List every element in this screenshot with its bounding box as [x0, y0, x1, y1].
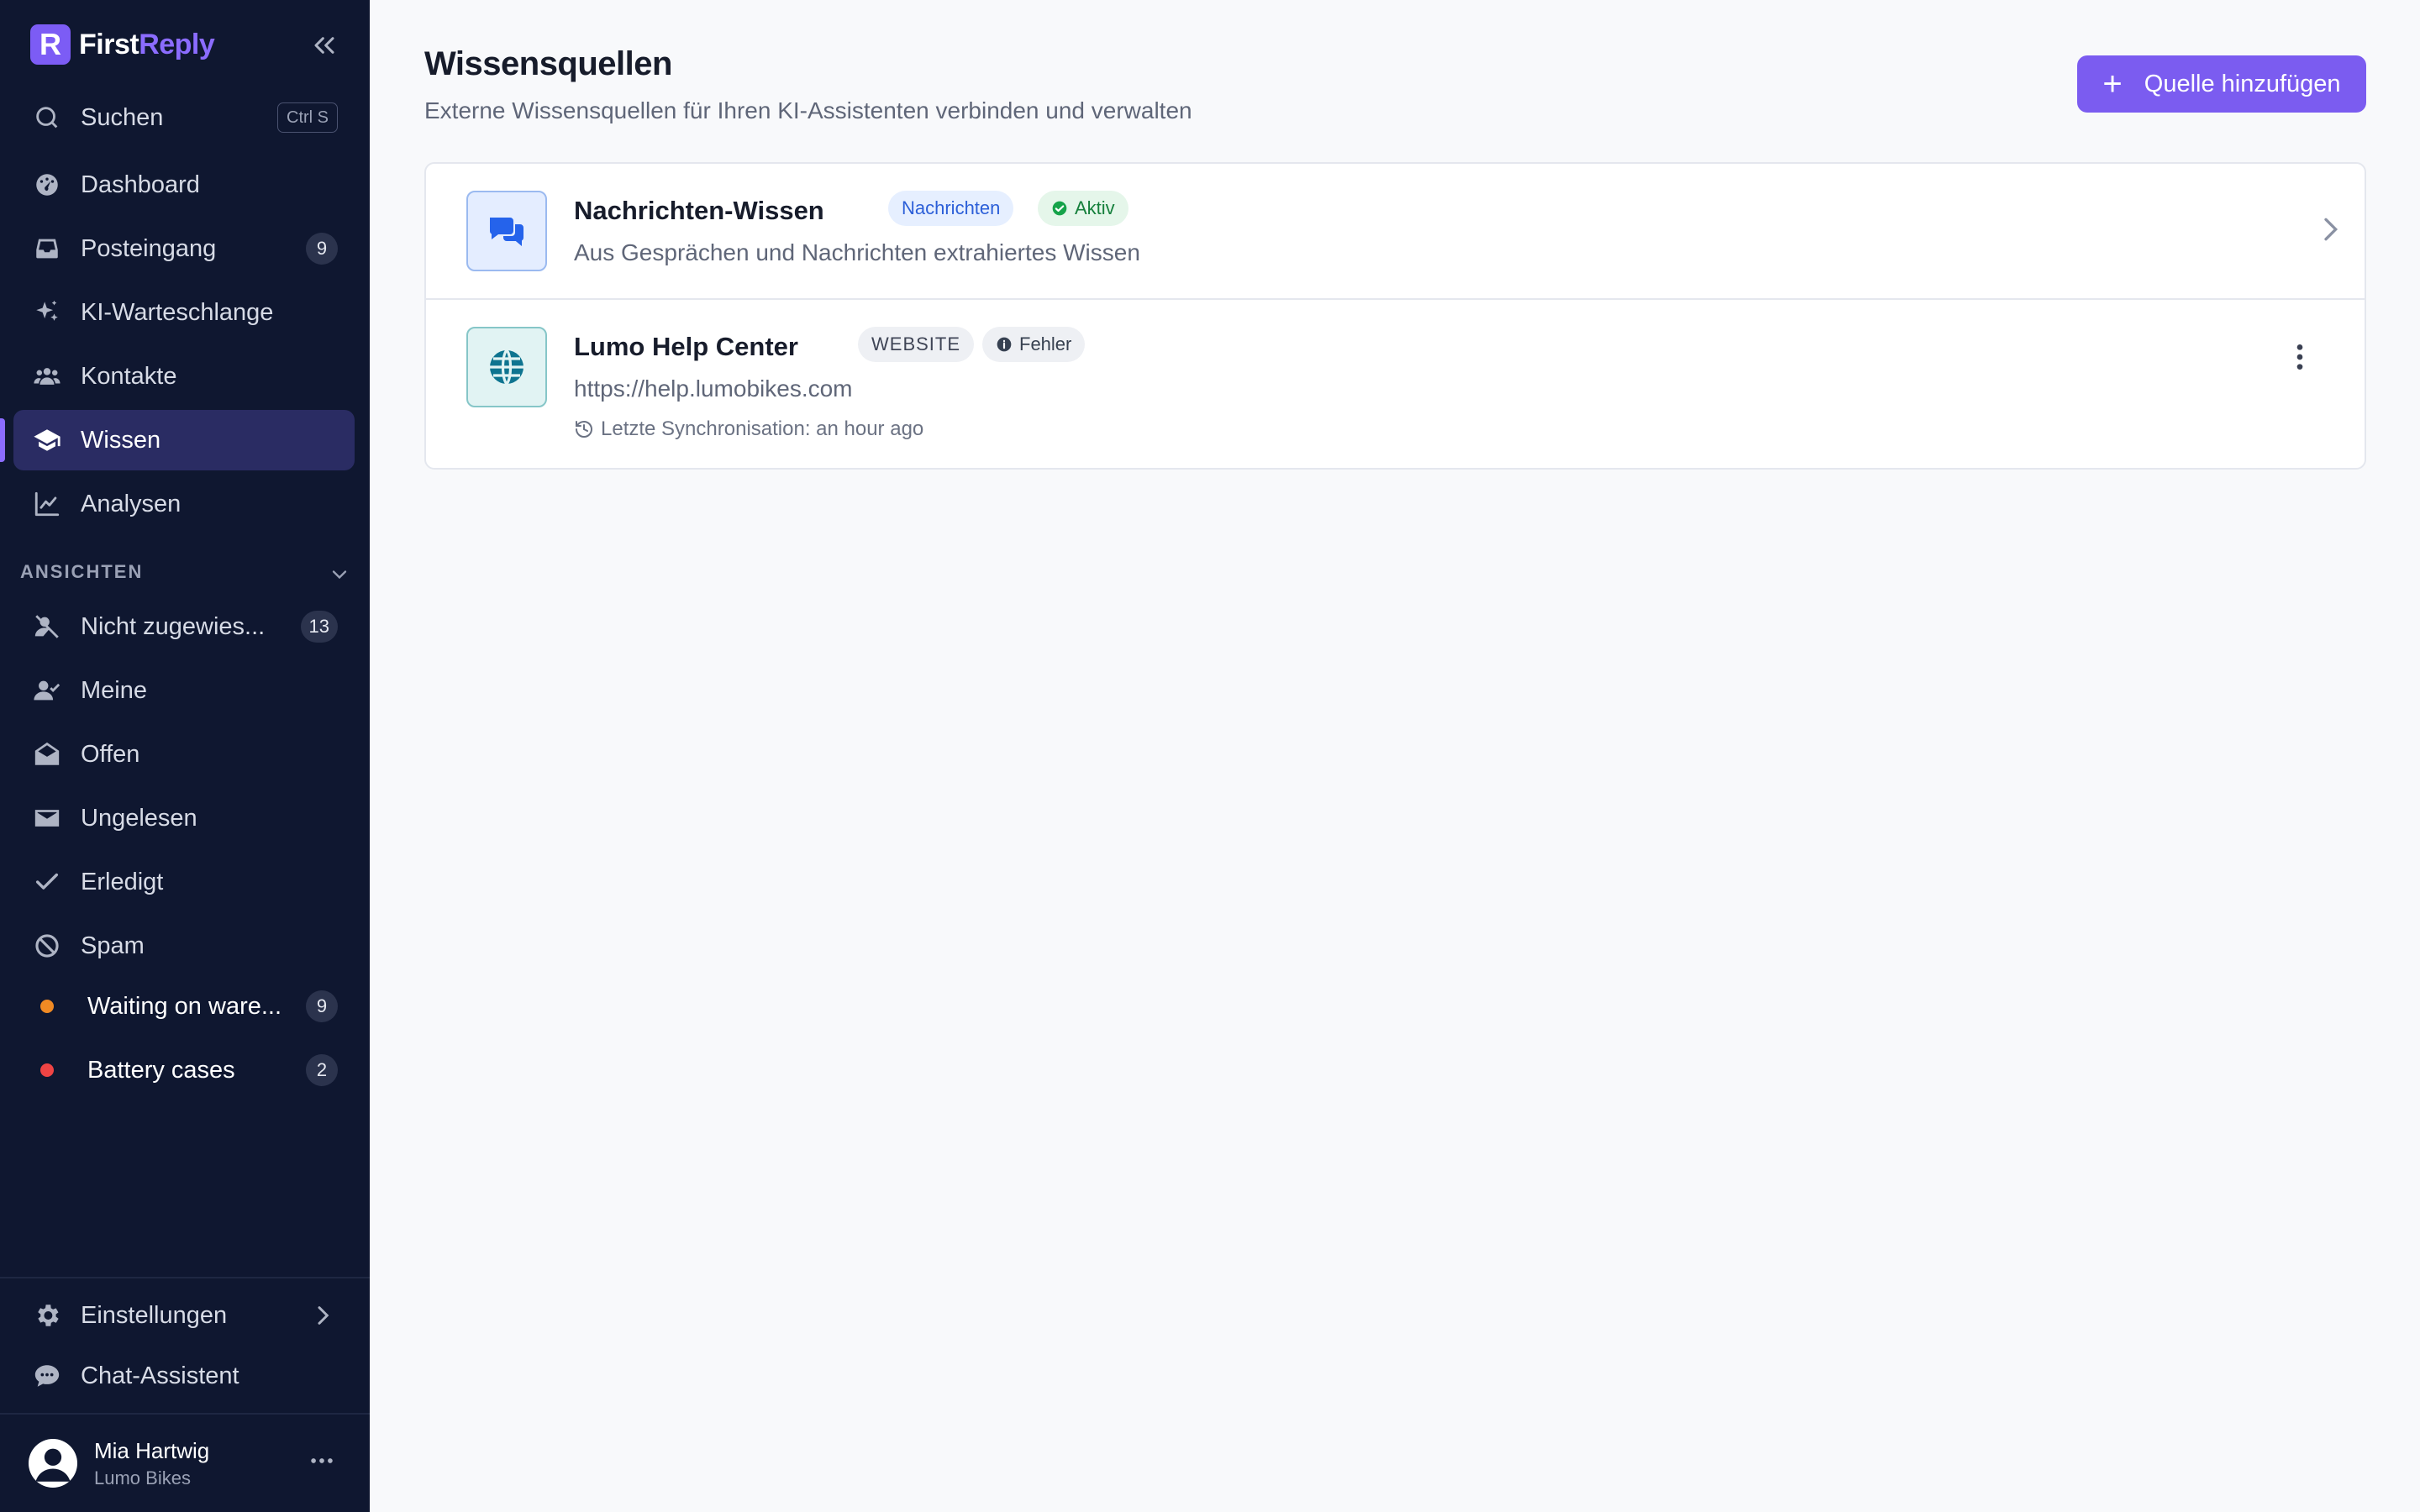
add-source-button[interactable]: + Quelle hinzufügen — [2077, 55, 2366, 113]
page-subtitle: Externe Wissensquellen für Ihren KI-Assi… — [424, 97, 1192, 123]
source-last-sync: Letzte Synchronisation: an hour ago — [574, 417, 923, 441]
sidebar-item-label: Einstellungen — [81, 1301, 228, 1329]
user-name: Mia Hartwig — [94, 1437, 210, 1463]
sidebar-item-label: Analysen — [81, 490, 182, 517]
sidebar-view-ungelesen[interactable]: Ungelesen — [13, 788, 355, 848]
sparkles-icon — [30, 296, 64, 329]
sidebar-item-analysen[interactable]: Analysen — [13, 474, 355, 534]
sidebar-item-ki-warteschlange[interactable]: KI-Warteschlange — [13, 282, 355, 343]
source-row-nachrichten[interactable]: Nachrichten-Wissen Nachrichten Aktiv Aus… — [426, 164, 2365, 300]
envelope-icon — [30, 801, 64, 835]
sidebar-item-label: Spam — [81, 932, 145, 959]
chevron-down-icon[interactable] — [328, 563, 351, 586]
sidebar-search[interactable]: Suchen Ctrl S — [13, 87, 355, 148]
source-title: Nachrichten-Wissen — [574, 196, 824, 225]
envelope-open-icon — [30, 738, 64, 771]
views-section-label: ANSICHTEN — [20, 561, 144, 582]
chevron-right-icon — [309, 1302, 336, 1329]
sidebar-divider — [0, 1277, 370, 1278]
sidebar-view-battery-cases[interactable]: Battery cases 2 — [13, 1040, 355, 1100]
brand-logo: R — [30, 24, 71, 65]
sidebar-view-spam[interactable]: Spam — [13, 916, 355, 976]
status-badge-error: Fehler — [982, 327, 1086, 362]
users-icon — [30, 360, 64, 393]
search-shortcut: Ctrl S — [277, 102, 338, 133]
sidebar-view-waiting-on-warehouse[interactable]: Waiting on ware... 9 — [13, 976, 355, 1037]
sources-list: Nachrichten-Wissen Nachrichten Aktiv Aus… — [424, 162, 2366, 470]
sidebar-view-meine[interactable]: Meine — [13, 660, 355, 721]
check-circle-icon — [1052, 201, 1067, 216]
active-nav-marker — [0, 418, 5, 462]
sidebar-item-label: Erledigt — [81, 868, 164, 895]
info-icon — [997, 337, 1012, 352]
user-profile[interactable]: Mia Hartwig Lumo Bikes — [0, 1415, 370, 1512]
main-content: Wissensquellen Externe Wissensquellen fü… — [370, 0, 2420, 1512]
sidebar-item-wissen[interactable]: Wissen — [13, 410, 355, 470]
sidebar-item-label: Nicht zugewies... — [81, 612, 266, 640]
graduation-cap-icon — [30, 423, 64, 457]
inbox-count-badge: 9 — [306, 233, 338, 265]
history-icon — [576, 420, 592, 438]
user-check-icon — [30, 674, 64, 707]
sidebar-item-label: Kontakte — [81, 362, 177, 390]
more-horizontal-icon[interactable] — [308, 1446, 336, 1475]
sidebar-view-unassigned[interactable]: Nicht zugewies... 13 — [13, 596, 355, 657]
sidebar-item-label: Battery cases — [87, 1056, 235, 1084]
gear-icon — [30, 1299, 64, 1332]
chevron-right-icon[interactable] — [2313, 213, 2347, 246]
globe-icon — [466, 327, 547, 407]
source-description: Aus Gesprächen und Nachrichten extrahier… — [574, 239, 1140, 265]
status-dot-orange — [40, 1000, 54, 1013]
sidebar-item-label: Chat-Assistent — [81, 1362, 239, 1389]
sidebar-item-label: Offen — [81, 740, 140, 768]
sidebar-item-label: Dashboard — [81, 171, 200, 198]
status-label: Aktiv — [1075, 197, 1115, 218]
status-dot-red — [40, 1063, 54, 1077]
user-off-icon — [30, 610, 64, 643]
source-row-help-center[interactable]: Lumo Help Center WEBSITE Fehler https://… — [426, 300, 2365, 470]
sidebar-item-label: KI-Warteschlange — [81, 298, 274, 326]
inbox-icon — [30, 232, 64, 265]
add-source-label: Quelle hinzufügen — [2144, 70, 2341, 97]
brand[interactable]: R FirstReply — [30, 24, 215, 66]
sidebar-item-label: Posteingang — [81, 234, 217, 262]
line-chart-icon — [30, 487, 64, 521]
source-type-badge: WEBSITE — [858, 327, 975, 362]
dashboard-icon — [30, 168, 64, 202]
user-org: Lumo Bikes — [94, 1467, 191, 1488]
chat-bubble-icon — [30, 1359, 64, 1393]
sidebar-item-label: Waiting on ware... — [87, 992, 282, 1020]
sidebar: R FirstReply Suchen Ctrl S Dashboard Pos… — [0, 0, 370, 1512]
sidebar-item-label: Meine — [81, 676, 147, 704]
sidebar-item-dashboard[interactable]: Dashboard — [13, 155, 355, 215]
page-title: Wissensquellen — [424, 45, 672, 82]
chat-bubbles-icon — [466, 191, 547, 271]
sidebar-item-label: Wissen — [81, 426, 161, 454]
last-sync-label: Letzte Synchronisation: an hour ago — [601, 417, 924, 440]
sidebar-view-erledigt[interactable]: Erledigt — [13, 852, 355, 912]
view-count-badge: 2 — [306, 1054, 338, 1086]
sidebar-item-einstellungen[interactable]: Einstellungen — [13, 1285, 355, 1346]
sidebar-item-chat-assistent[interactable]: Chat-Assistent — [13, 1346, 355, 1406]
view-count-badge: 13 — [300, 611, 338, 643]
view-count-badge: 9 — [306, 990, 338, 1022]
sidebar-item-kontakte[interactable]: Kontakte — [13, 346, 355, 407]
more-vertical-icon[interactable] — [2283, 340, 2317, 374]
brand-name: FirstReply — [79, 28, 215, 60]
sidebar-item-posteingang[interactable]: Posteingang 9 — [13, 218, 355, 279]
ban-icon — [30, 929, 64, 963]
status-label: Fehler — [1019, 333, 1072, 354]
collapse-sidebar-icon[interactable] — [308, 29, 341, 62]
source-title: Lumo Help Center — [574, 332, 798, 361]
sidebar-item-label: Ungelesen — [81, 804, 197, 832]
source-type-badge: Nachrichten — [888, 191, 1014, 226]
plus-icon: + — [2102, 66, 2123, 102]
status-badge-active: Aktiv — [1038, 191, 1128, 226]
search-label: Suchen — [81, 103, 164, 131]
search-icon — [30, 101, 64, 134]
avatar — [29, 1439, 77, 1488]
check-icon — [30, 865, 64, 899]
sidebar-view-offen[interactable]: Offen — [13, 724, 355, 785]
source-url[interactable]: https://help.lumobikes.com — [574, 375, 853, 402]
